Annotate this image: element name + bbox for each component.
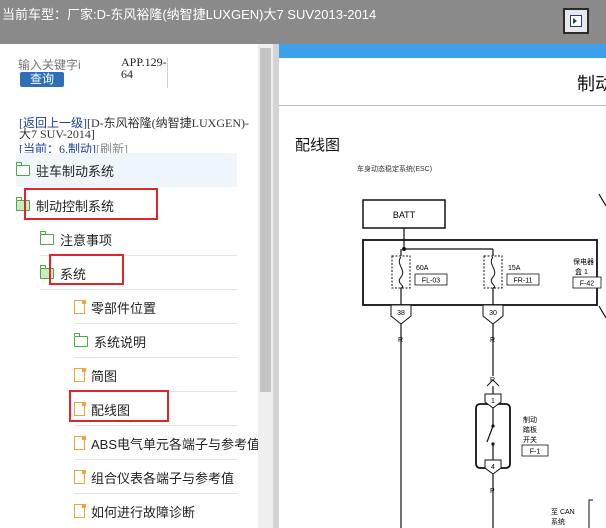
tree-item-label: 零部件位置 — [91, 300, 157, 316]
can-label-line1: 至 CAN — [551, 508, 575, 516]
vehicle-value: 厂家:D-东风裕隆(纳智捷LUXGEN)大7 SUV2013-2014 — [67, 7, 377, 22]
tree-item-label: 简图 — [91, 368, 118, 384]
switch-label-line3: 开关 — [523, 435, 537, 444]
folder-icon — [15, 161, 30, 176]
document-icon — [74, 435, 86, 450]
tree-item-label: ABS电气单元各端子与参考值 — [91, 436, 258, 452]
fuse2-amp: 15A — [508, 265, 521, 272]
expand-panel-icon — [570, 15, 582, 27]
top-bar: 当前车型：厂家:D-东风裕隆(纳智捷LUXGEN)大7 SUV2013-2014 — [0, 0, 606, 44]
relay-label-line1: 保电器 — [573, 257, 594, 266]
expand-panel-button[interactable] — [563, 8, 589, 34]
tree-item-label: 驻车制动系统 — [36, 163, 115, 179]
pin-38: 38 — [397, 310, 405, 317]
tree-item-schematic[interactable]: 简图 — [74, 358, 237, 392]
fuse1-code: FL-03 — [422, 278, 440, 285]
app-code: APP.129-64 — [121, 55, 167, 81]
breadcrumb: [返回上一级][D-东风裕隆(纳智捷LUXGEN)-大7 SUV-2014] — [19, 117, 249, 140]
search-input[interactable] — [18, 58, 92, 72]
folder-icon — [73, 332, 88, 347]
switch-pin-4: 4 — [491, 464, 495, 471]
document-icon — [74, 299, 86, 314]
highlight-box — [69, 390, 169, 422]
batt-label: BATT — [393, 210, 416, 220]
scrollbar-thumb[interactable] — [260, 48, 271, 392]
fuse2-code: FR-11 — [514, 278, 533, 285]
switch-label-line2: 踏板 — [523, 425, 537, 434]
tree-item-label: 如何进行故障诊断 — [91, 504, 196, 520]
tree-item-cluster-terminals[interactable]: 组合仪表各端子与参考值 — [74, 460, 237, 494]
relay-code: F-42 — [580, 281, 595, 288]
search-button[interactable]: 查询 — [20, 72, 64, 87]
fuse1-amp: 60A — [416, 265, 429, 272]
relay-label-line2: 盒 1 — [575, 267, 588, 276]
highlight-box — [49, 254, 124, 285]
switch-code: F-1 — [530, 449, 541, 456]
tree-item-troubleshooting[interactable]: 如何进行故障诊断 — [74, 494, 237, 528]
left-panel: 查询 APP.129-64 [返回上一级][D-东风裕隆(纳智捷LUXGEN)-… — [0, 44, 258, 528]
wire-label-p: P — [490, 488, 495, 495]
document-icon — [74, 469, 86, 484]
wiring-diagram: BATT 60A FL-03 15A FR-11 保电器 盒 1 F-42 38… — [362, 193, 606, 528]
pin-30: 30 — [489, 310, 497, 317]
vehicle-title: 当前车型：厂家:D-东风裕隆(纳智捷LUXGEN)大7 SUV2013-2014 — [2, 4, 376, 23]
tree-item-precautions[interactable]: 注意事项 — [39, 222, 237, 256]
tree-item-label: 系统说明 — [94, 334, 147, 350]
divider — [167, 58, 168, 88]
folder-icon — [39, 230, 54, 245]
document-icon — [74, 367, 86, 382]
document-icon — [74, 503, 86, 518]
wire-label-r1: R — [398, 337, 403, 344]
tree-item-abs-terminals[interactable]: ABS电气单元各端子与参考值 — [74, 426, 258, 460]
tree-item-system-description[interactable]: 系统说明 — [73, 324, 237, 358]
can-label-line2: 系统 — [551, 517, 565, 526]
tree-item-label: 注意事项 — [60, 232, 113, 248]
switch-label-line1: 制动 — [523, 415, 537, 424]
tree-item-component-location[interactable]: 零部件位置 — [74, 290, 237, 324]
tree-item-parking-brake[interactable]: 驻车制动系统 — [15, 153, 237, 187]
tree-item-label: 组合仪表各端子与参考值 — [91, 470, 235, 486]
switch-pin-1: 1 — [491, 398, 495, 405]
highlight-box — [24, 188, 158, 220]
document-viewer: 制动 配线图 车身动态稳定系统(ESC) BATT 60A FL-03 15A … — [279, 44, 606, 528]
wire-label-r2: R — [490, 337, 495, 344]
vehicle-label: 当前车型： — [2, 7, 68, 22]
